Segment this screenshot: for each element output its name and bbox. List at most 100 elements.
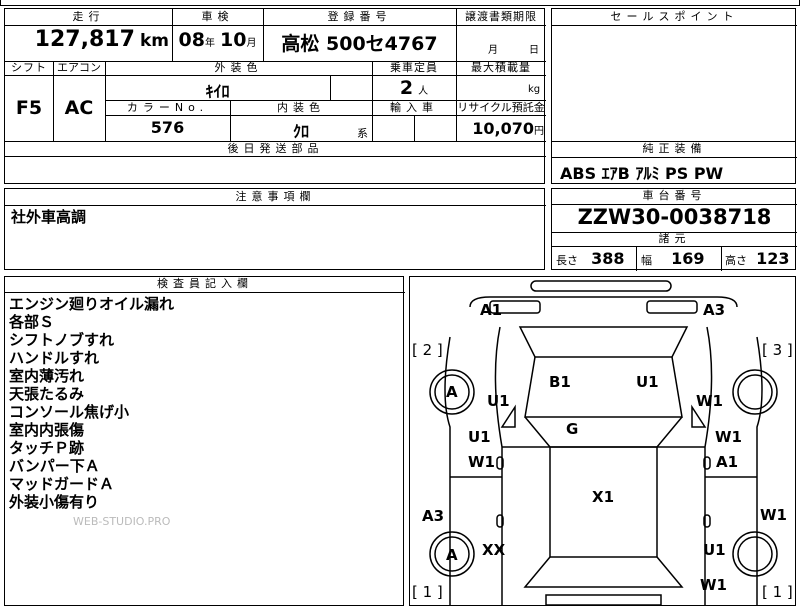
top-strip <box>0 0 800 6</box>
inspector-line: 外装小傷有り <box>9 493 100 511</box>
mark-u1-left-door: U1 <box>468 428 491 446</box>
chassis-value: ZZW30-0038718 <box>577 205 772 229</box>
spec-length-value: 388 <box>591 249 625 268</box>
notes-box: 注意事項欄 社外車高調 <box>4 188 546 270</box>
car-diagram-box: A1 A3 [ 2 ] [ 3 ] A U1 B1 U1 W1 U1 G W1 … <box>409 276 796 606</box>
mark-g-hood: G <box>566 420 579 438</box>
later-parts-header: 後日発送部品 <box>227 142 324 155</box>
mark-w1-rear-right: W1 <box>700 576 727 594</box>
shift-header: シフト <box>11 61 47 74</box>
capacity-header: 乗車定員 <box>390 61 438 74</box>
recycle-unit: 円 <box>534 126 544 137</box>
mark-w1-right-fender: W1 <box>696 392 723 410</box>
equipment-box: 純正装備 ABS ｴｱB ｱﾙﾐ PS PW <box>551 141 797 184</box>
watermark: WEB-STUDIO.PRO <box>73 515 171 528</box>
chassis-box: 車台番号 ZZW30-0038718 諸元 長さ 388 幅 169 高さ 12… <box>551 188 797 271</box>
inspector-lines: エンジン廻りオイル漏れ 各部Ｓ シフトノブすれ ハンドルすれ 室内薄汚れ 天張た… <box>9 295 174 511</box>
inspector-line: タッチＰ跡 <box>9 439 85 457</box>
inspector-header: 検査員記入欄 <box>157 277 253 290</box>
inspector-line: 各部Ｓ <box>9 313 55 331</box>
transfer-day-unit: 日 <box>529 45 539 56</box>
inspector-line: コンソール焦げ小 <box>9 403 130 421</box>
recycle-header: リサイクル預託金 <box>457 101 545 114</box>
inspector-line: 天張たるみ <box>9 385 85 403</box>
mark-w1-right-quarter: W1 <box>760 506 787 524</box>
mileage-value-cell: 127,817 km <box>5 27 169 52</box>
transfer-month-unit: 月 <box>488 45 498 56</box>
capacity-value-cell: 2 人 <box>372 77 456 99</box>
mark-bracket-1-right: [ 1 ] <box>762 583 793 601</box>
mark-a-front-left-wheel: A <box>446 383 458 401</box>
notes-content: 社外車高調 <box>11 208 86 226</box>
mark-xx-rear-left: XX <box>482 541 506 559</box>
inspection-month-unit: 月 <box>246 38 257 49</box>
mark-w1-right-door: W1 <box>715 428 742 446</box>
recycle-value: 10,070 <box>472 119 534 138</box>
mark-a3-left-quarter: A3 <box>422 507 445 525</box>
chassis-header: 車台番号 <box>642 189 707 202</box>
registration-value: 高松 500セ4767 <box>281 33 438 55</box>
capacity-unit: 人 <box>418 86 429 97</box>
mark-u1-left-fender: U1 <box>487 392 510 410</box>
spec-width-label: 幅 <box>641 254 652 267</box>
spec-width: 幅 169 <box>641 249 705 268</box>
specs-header: 諸元 <box>658 232 691 245</box>
notes-value: 社外車高調 <box>11 208 87 226</box>
mark-x1-roof: X1 <box>592 488 615 506</box>
capacity-value: 2 <box>399 77 414 99</box>
spec-length-label: 長さ <box>556 254 578 267</box>
exterior-color-value: ｷｲﾛ <box>205 82 230 101</box>
inspector-line: ハンドルすれ <box>9 349 100 367</box>
mark-a3-front-right: A3 <box>703 301 726 319</box>
interior-color-header: 内装色 <box>277 101 325 114</box>
mark-a-rear-left-wheel: A <box>446 546 458 564</box>
mark-a1-right-door: A1 <box>716 453 739 471</box>
inspection-header: 車検 <box>201 10 234 23</box>
mark-u1-windshield: U1 <box>636 373 659 391</box>
mark-b1-windshield: B1 <box>549 373 571 391</box>
mileage-value: 127,817 <box>34 27 135 52</box>
aircon-header: エアコン <box>57 61 101 74</box>
transfer-header: 譲渡書類期限 <box>465 10 537 23</box>
inspector-line: 室内薄汚れ <box>9 367 85 385</box>
mark-w1-left-door: W1 <box>468 453 495 471</box>
sales-point-header: セールスポイント <box>610 10 739 23</box>
inspector-line: マッドガードＡ <box>9 475 115 493</box>
color-no-value: 576 <box>150 118 185 137</box>
inspection-value-cell: 08年 10月 <box>172 29 263 51</box>
import-header: 輸入車 <box>390 101 438 114</box>
registration-header: 登録番号 <box>327 10 392 23</box>
interior-color-suffix: 系 <box>357 127 368 140</box>
notes-header: 注意事項欄 <box>235 190 316 203</box>
spec-width-value: 169 <box>671 249 705 268</box>
color-no-header: カラーNo. <box>126 101 209 114</box>
inspector-line: バンパー下Ａ <box>9 457 100 475</box>
main-info-table: 走行 車検 登録番号 譲渡書類期限 127,817 km 08年 10月 高松 … <box>4 8 546 184</box>
inspector-line: シフトノブすれ <box>9 331 115 349</box>
inspection-year-unit: 年 <box>204 38 215 49</box>
mark-a1-front-left: A1 <box>480 301 503 319</box>
spec-height-value: 123 <box>756 249 790 268</box>
inspection-month: 10 <box>220 29 247 51</box>
spec-height: 高さ 123 <box>725 249 790 268</box>
inspector-line: エンジン廻りオイル漏れ <box>9 295 175 313</box>
equipment-header: 純正装備 <box>642 142 707 155</box>
recycle-value-cell: 10,070円 <box>456 119 544 138</box>
max-load-header: 最大積載量 <box>471 61 531 74</box>
max-load-unit: kg <box>528 84 541 95</box>
mark-bracket-3: [ 3 ] <box>762 341 793 359</box>
interior-color-value: ｸﾛ <box>292 122 309 141</box>
mark-bracket-1-left: [ 1 ] <box>412 583 443 601</box>
shift-value: F5 <box>15 97 43 119</box>
inspector-box: 検査員記入欄 エンジン廻りオイル漏れ 各部Ｓ シフトノブすれ ハンドルすれ 室内… <box>4 276 405 606</box>
sales-point-box: セールスポイント <box>551 8 797 142</box>
equipment-value: ABS ｴｱB ｱﾙﾐ PS PW <box>560 164 724 183</box>
inspection-year: 08 <box>178 29 205 51</box>
spec-length: 長さ 388 <box>556 249 625 268</box>
exterior-color-header: 外装色 <box>214 61 263 74</box>
inspector-line: 室内内張傷 <box>9 421 85 439</box>
mileage-header: 走行 <box>72 10 105 23</box>
aircon-value: AC <box>64 97 94 119</box>
spec-height-label: 高さ <box>725 254 747 267</box>
mileage-unit: km <box>139 31 169 51</box>
